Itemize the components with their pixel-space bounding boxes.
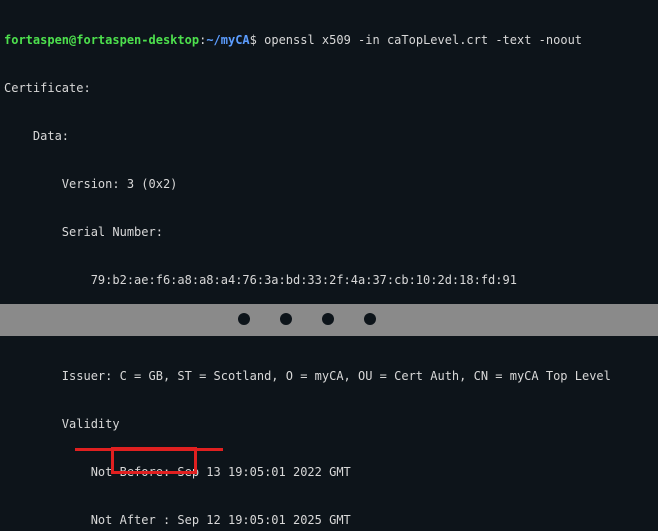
output-line: Version: 3 (0x2) <box>0 176 658 192</box>
prompt-line: fortaspen@fortaspen-desktop:~/myCA$ open… <box>0 32 658 48</box>
dot-icon <box>238 313 250 325</box>
redaction-dots <box>238 313 376 325</box>
dot-icon <box>280 313 292 325</box>
output-line: Issuer: C = GB, ST = Scotland, O = myCA,… <box>0 368 658 384</box>
output-line: Data: <box>0 128 658 144</box>
terminal-window[interactable]: fortaspen@fortaspen-desktop:~/myCA$ open… <box>0 0 658 531</box>
dot-icon <box>364 313 376 325</box>
output-line: Validity <box>0 416 658 432</box>
dot-icon <box>322 313 334 325</box>
output-line: Not After : Sep 12 19:05:01 2025 GMT <box>0 512 658 528</box>
output-line: Serial Number: <box>0 224 658 240</box>
command-input[interactable]: openssl x509 -in caTopLevel.crt -text -n… <box>257 33 582 47</box>
output-line: Certificate: <box>0 80 658 96</box>
prompt-dollar: $ <box>250 33 257 47</box>
output-line: 79:b2:ae:f6:a8:a8:a4:76:3a:bd:33:2f:4a:3… <box>0 272 658 288</box>
output-line: Not Before: Sep 13 19:05:01 2022 GMT <box>0 464 658 480</box>
prompt-path: ~/myCA <box>206 33 249 47</box>
prompt-userhost: fortaspen@fortaspen-desktop <box>4 33 199 47</box>
